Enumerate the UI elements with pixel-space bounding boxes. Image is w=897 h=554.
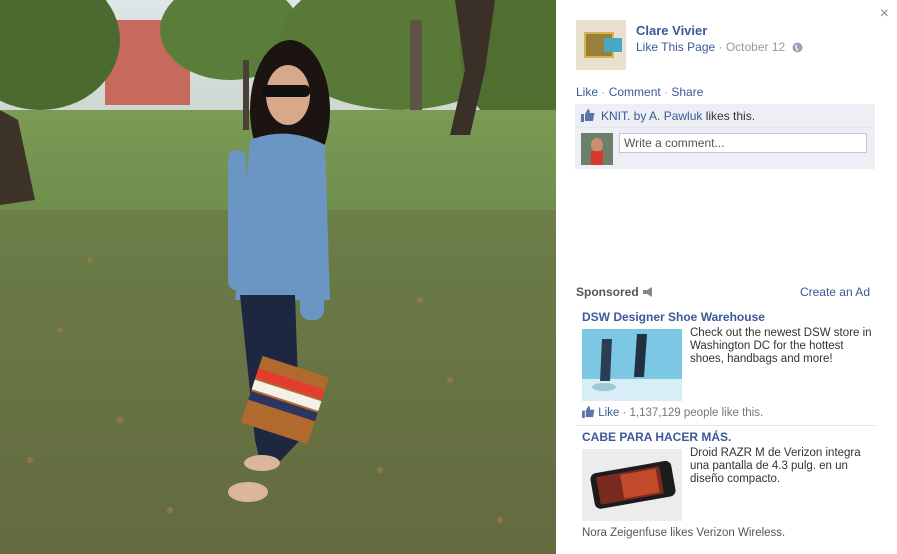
ad-image-verizon[interactable] (582, 449, 682, 521)
page-name-link[interactable]: Clare Vivier (636, 23, 707, 38)
photo-side-panel: × Clare Vivier Like This Page · October … (556, 0, 897, 554)
ad-like-button[interactable]: Like (598, 407, 619, 419)
like-page-link[interactable]: Like This Page (636, 40, 715, 54)
post-date[interactable]: October 12 (726, 40, 785, 54)
comment-link[interactable]: Comment (609, 85, 661, 99)
action-separator: · (660, 85, 672, 99)
ad-title-dsw[interactable]: DSW Designer Shoe Warehouse (582, 310, 765, 324)
ad-like-row: Like · 1,137,129 people like this. (582, 406, 763, 421)
comment-composer (575, 128, 875, 169)
comment-input[interactable] (619, 133, 867, 153)
photo-viewer-image[interactable] (0, 0, 556, 554)
post-actions: Like · Comment · Share (576, 85, 703, 99)
page-avatar[interactable] (576, 20, 626, 70)
ad-body-verizon: Droid RAZR M de Verizon integra una pant… (690, 447, 861, 485)
liker-link[interactable]: KNIT. by A. Pawluk (601, 109, 702, 123)
likes-suffix: likes this. (702, 109, 756, 123)
share-link[interactable]: Share (671, 85, 703, 99)
like-link[interactable]: Like (576, 85, 598, 99)
likes-text: KNIT. by A. Pawluk likes this. (601, 109, 755, 123)
ad-like-count: · 1,137,129 people like this. (619, 407, 764, 419)
close-icon[interactable]: × (880, 5, 889, 23)
thumbs-up-icon (582, 406, 595, 421)
globe-icon (792, 42, 803, 56)
ad-divider (576, 425, 876, 426)
likes-summary: KNIT. by A. Pawluk likes this. (575, 104, 875, 128)
post-meta: Like This Page · October 12 (636, 40, 803, 56)
meta-separator: · (715, 40, 726, 54)
user-avatar (581, 133, 613, 165)
sponsored-text: Sponsored (576, 285, 639, 299)
ad-title-verizon[interactable]: CABE PARA HACER MÁS. (582, 430, 731, 444)
thumbs-up-icon (581, 109, 595, 125)
action-separator: · (598, 85, 609, 99)
ad-social-context: Nora Zeigenfuse likes Verizon Wireless. (582, 527, 786, 539)
megaphone-icon (642, 286, 654, 300)
page-avatar-image (576, 20, 626, 70)
sponsored-label: Sponsored (576, 285, 654, 300)
park-photo (0, 0, 556, 554)
ad-image-dsw[interactable] (582, 329, 682, 401)
ad-body-dsw: Check out the newest DSW store in Washin… (690, 327, 872, 365)
create-ad-link[interactable]: Create an Ad (800, 285, 870, 299)
